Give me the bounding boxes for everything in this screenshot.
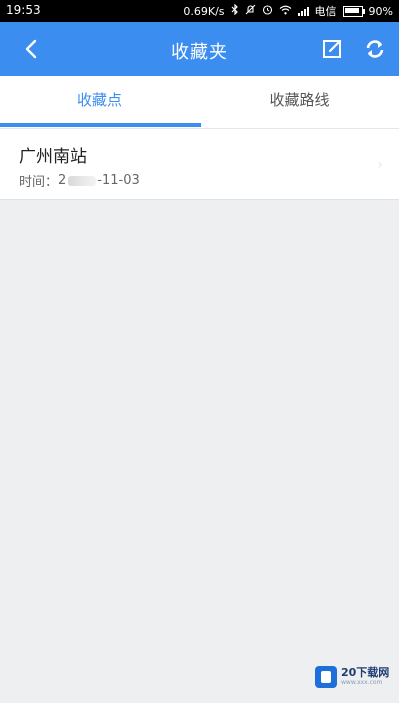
network-speed: 0.69K/s [183, 4, 225, 18]
status-bar: 19:53 0.69K/s 电信 90% [0, 0, 399, 22]
blurred-date [68, 175, 97, 186]
wifi-icon [279, 5, 292, 18]
date-suffix: -11-03 [97, 173, 140, 188]
signal-icon [297, 6, 309, 16]
time-label: 时间： [19, 175, 59, 190]
date-prefix: 2 [58, 173, 67, 188]
bluetooth-icon [231, 3, 239, 18]
tab-favorite-routes[interactable]: 收藏路线 [200, 76, 399, 128]
tab-indicator [0, 123, 201, 127]
battery-percent: 90% [368, 4, 393, 18]
status-icons: 0.69K/s 电信 90% [183, 3, 393, 19]
mute-icon [245, 4, 256, 18]
watermark-text: 20下载网 [341, 666, 390, 679]
place-time: 时间： 2 -11-03 [19, 171, 140, 190]
app-header: 收藏夹 [0, 22, 399, 76]
tab-bar: 收藏点 收藏路线 [0, 76, 399, 129]
battery-icon [342, 5, 365, 17]
refresh-icon[interactable] [364, 38, 386, 60]
carrier-label: 电信 [314, 5, 337, 18]
edit-icon[interactable] [322, 38, 344, 60]
place-name: 广州南站 [19, 147, 87, 167]
tab-favorite-places[interactable]: 收藏点 [0, 76, 199, 128]
watermark-logo-icon [315, 666, 337, 688]
watermark: 20下载网 www.xxx.com [315, 662, 395, 692]
chevron-right-icon: › [377, 157, 383, 173]
list-item[interactable]: 广州南站 时间： 2 -11-03 › [0, 129, 399, 200]
status-time: 19:53 [6, 3, 41, 17]
alarm-icon [262, 4, 273, 18]
watermark-subtext: www.xxx.com [341, 679, 383, 686]
